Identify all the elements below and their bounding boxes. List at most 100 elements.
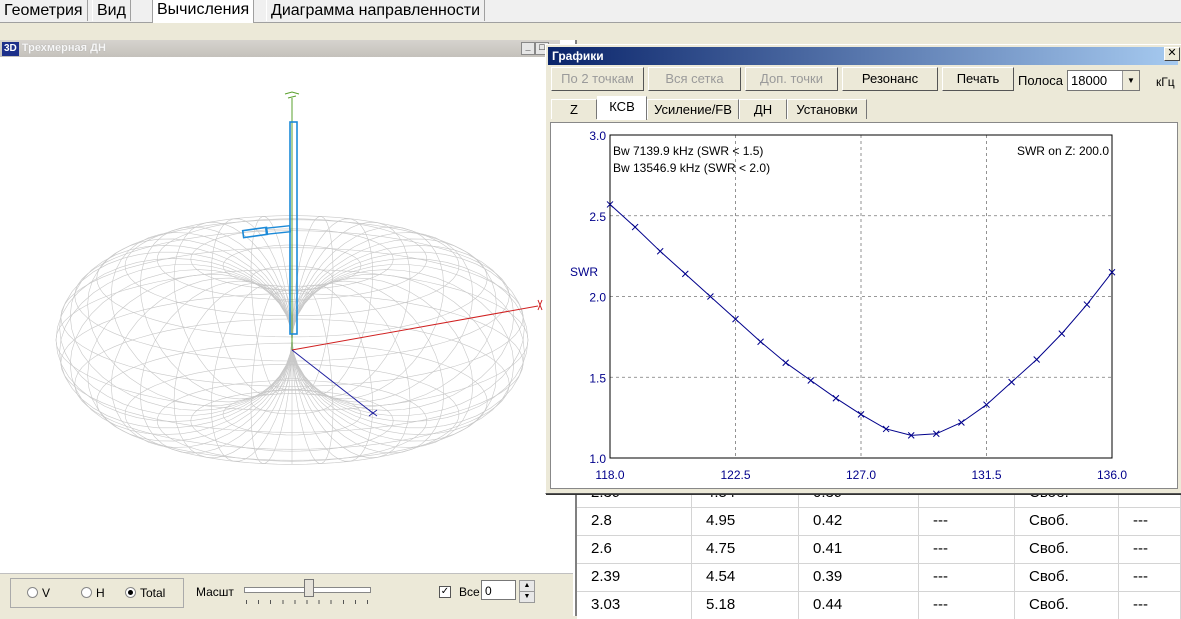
table-cell: 2.6 — [577, 535, 692, 563]
close-icon[interactable]: ✕ — [1164, 47, 1180, 61]
mesh-meridian — [173, 283, 293, 459]
two-points-button[interactable]: По 2 точкам — [551, 67, 644, 91]
table-cell: 4.95 — [692, 507, 799, 535]
radio-h-label: H — [96, 586, 105, 600]
table-cell: --- — [1119, 563, 1181, 591]
swr-data-point — [782, 359, 790, 367]
table-cell: 2.8 — [577, 507, 692, 535]
pattern-3d-view[interactable] — [0, 58, 573, 570]
swr-chart-area: 118.0 122.5 127.0 131.5 136.0 1.0 1.5 2.0 2.5 3.0… — [550, 122, 1178, 489]
y-tick-label: 1.0 — [589, 452, 606, 466]
y-tick-label: 2.5 — [589, 210, 606, 224]
radio-total-dot — [125, 587, 136, 598]
subtab-gain-fb[interactable]: Усиление/FB — [647, 99, 739, 119]
subtab-settings[interactable]: Установки — [787, 99, 867, 119]
subtab-pattern[interactable]: ДН — [739, 99, 787, 119]
band-value: 18000 — [1071, 73, 1108, 88]
table-cell: --- — [919, 563, 1015, 591]
scale-slider-thumb[interactable] — [304, 579, 314, 597]
tab-geometry[interactable]: Геометрия — [0, 0, 88, 21]
table-cell: --- — [1119, 591, 1181, 619]
table-cell: --- — [919, 535, 1015, 563]
swr-data-point — [1083, 301, 1091, 308]
whole-grid-button[interactable]: Вся сетка — [648, 67, 741, 91]
x-tick-label: 118.0 — [595, 468, 624, 482]
tab-radiation-pattern[interactable]: Диаграмма направленности — [266, 0, 486, 21]
swr-data-point — [1008, 378, 1015, 386]
window-3d-pattern: 3DТрехмерная ДН _ □ V H Total Масштаб ✓ … — [0, 40, 577, 617]
scale-label: Масштаб — [196, 585, 234, 599]
tab-calculations[interactable]: Вычисления — [152, 0, 255, 23]
mesh-meridian — [291, 280, 444, 454]
scale-slider-ticks — [246, 600, 368, 604]
table-cell: --- — [1119, 507, 1181, 535]
antenna-radial-element[interactable] — [264, 224, 292, 236]
angle-spin-input[interactable]: 0 — [481, 580, 516, 600]
view-controls: V H Total Масштаб ✓ Все 0 ▲ ▼ — [0, 573, 573, 617]
band-label: Полоса — [1018, 73, 1063, 88]
results-table: 2.394.540.39Своб.2.84.950.42---Своб.---2… — [577, 480, 1181, 619]
table-row[interactable]: 2.6 4.75 0.41 --- Своб. --- — [577, 535, 1181, 564]
spin-down-button[interactable]: ▼ — [519, 591, 535, 603]
mesh-meridian — [110, 277, 293, 448]
band-unit: кГц — [1156, 75, 1175, 89]
table-row[interactable]: 2.8 4.95 0.42 --- Своб. --- — [577, 507, 1181, 536]
swr-chart: 118.0 122.5 127.0 131.5 136.0 1.0 1.5 2.0 2.5 3.0… — [570, 129, 1127, 482]
all-checkbox[interactable]: ✓ — [439, 586, 451, 598]
chevron-down-icon[interactable]: ▼ — [1122, 71, 1139, 90]
chart-annotation: SWR on Z: 200.0 — [1017, 144, 1109, 158]
radio-v-label: V — [42, 586, 51, 600]
table-cell: Своб. — [1015, 591, 1119, 619]
x-tick-label: 136.0 — [1097, 468, 1127, 482]
chart-annotation: Bw 7139.9 kHz (SWR < 1.5) — [613, 144, 763, 158]
graphs-window-title[interactable]: Графики — [548, 47, 1178, 65]
radio-v-dot — [27, 587, 38, 598]
table-row[interactable]: 2.39 4.54 0.39 --- Своб. --- — [577, 563, 1181, 592]
mesh-meridian — [291, 232, 474, 403]
main-tab-bar: Геометрия Вид Вычисления Диаграмма напра… — [0, 0, 1181, 23]
polarization-group: V H Total — [10, 578, 184, 608]
chart-annotation: Bw 13546.9 kHz (SWR < 2.0) — [613, 161, 770, 175]
window-3d-titlebar[interactable]: 3D Трехмерная ДН _ □ — [0, 40, 560, 57]
minimize-button[interactable]: _ — [521, 42, 535, 55]
mesh-meridian — [291, 283, 411, 459]
mesh-meridian — [140, 280, 293, 454]
x-tick-label: 131.5 — [971, 468, 1001, 482]
subtab-z[interactable]: Z — [551, 99, 597, 119]
table-cell: 2.39 — [577, 563, 692, 591]
table-cell: 3.03 — [577, 591, 692, 619]
swr-data-point — [832, 394, 840, 402]
table-cell: Своб. — [1015, 507, 1119, 535]
radio-v[interactable]: V — [27, 586, 50, 600]
table-cell: --- — [919, 507, 1015, 535]
table-cell: --- — [1119, 535, 1181, 563]
swr-data-point — [681, 270, 689, 278]
swr-data-point — [631, 223, 639, 231]
z-axis-label — [284, 91, 300, 99]
table-cell: 0.39 — [799, 563, 919, 591]
all-checkbox-label: Все — [459, 585, 480, 599]
mesh-meridian — [140, 226, 293, 400]
swr-data-point — [1058, 330, 1066, 337]
tab-view[interactable]: Вид — [92, 0, 131, 21]
table-cell: 0.41 — [799, 535, 919, 563]
subtab-swr[interactable]: КСВ — [597, 96, 647, 120]
graphs-window: Графики ✕ По 2 точкам Вся сетка Доп. точ… — [545, 44, 1181, 494]
table-row[interactable]: 3.03 5.18 0.44 --- Своб. --- — [577, 591, 1181, 619]
y-tick-label: 1.5 — [589, 371, 606, 385]
window-3d-badge: 3D — [2, 42, 19, 56]
y-tick-label: 2.0 — [589, 291, 606, 305]
band-select[interactable]: 18000 ▼ — [1067, 70, 1140, 91]
y-axis-title: SWR — [570, 265, 598, 279]
radio-h[interactable]: H — [81, 586, 105, 600]
table-cell: 4.54 — [692, 563, 799, 591]
mesh-meridian — [291, 277, 474, 448]
window-3d-title: Трехмерная ДН — [21, 42, 106, 54]
print-button[interactable]: Печать — [942, 67, 1014, 91]
mesh-meridian — [291, 221, 411, 397]
extra-points-button[interactable]: Доп. точки — [745, 67, 838, 91]
radio-total[interactable]: Total — [125, 586, 165, 600]
mesh-meridian — [110, 232, 293, 403]
y-tick-label: 3.0 — [589, 129, 606, 143]
resonance-button[interactable]: Резонанс — [842, 67, 938, 91]
